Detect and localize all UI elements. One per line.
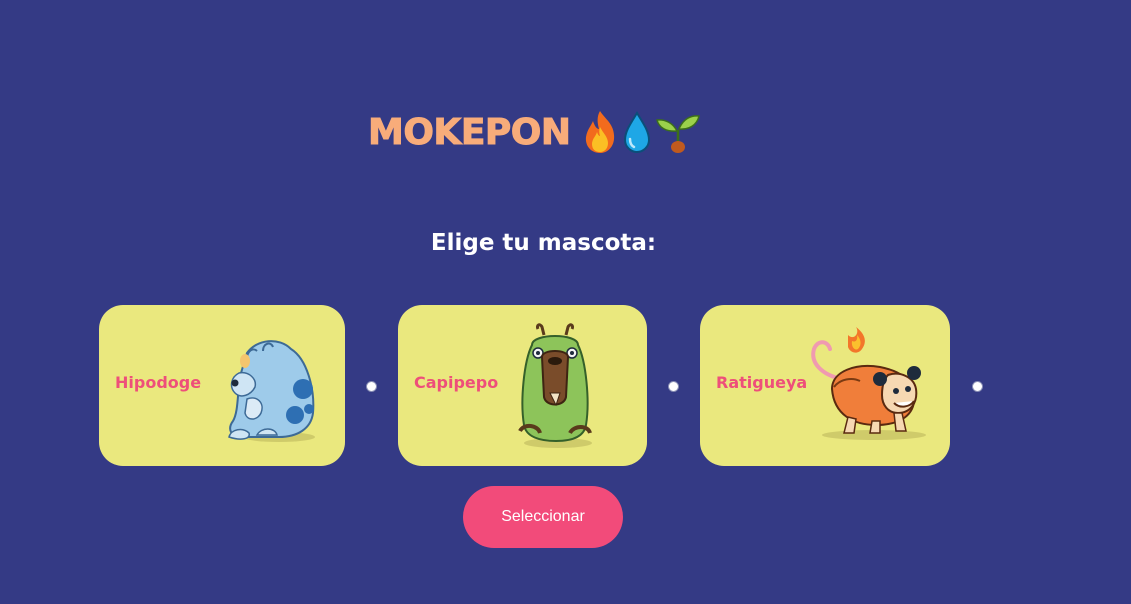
pet-name-hipodoge: Hipodoge	[115, 373, 202, 392]
ratigueya-image	[808, 325, 930, 447]
pet-card-hipodoge[interactable]: Hipodoge	[99, 305, 345, 466]
select-pet-button[interactable]: Seleccionar	[463, 486, 623, 548]
radio-capipepo[interactable]	[668, 381, 679, 392]
sprout-icon	[655, 109, 701, 155]
choose-pet-heading: Elige tu mascota:	[430, 230, 657, 256]
radio-hipodoge[interactable]	[366, 381, 377, 392]
pet-card-capipepo[interactable]: Capipepo	[398, 305, 647, 466]
water-drop-icon	[621, 109, 653, 155]
pet-card-ratigueya[interactable]: Ratigueya	[700, 305, 950, 466]
radio-ratigueya[interactable]	[972, 381, 983, 392]
game-title: MOKEPON	[368, 111, 572, 153]
capipepo-image	[512, 321, 598, 453]
hipodoge-image	[217, 329, 323, 449]
fire-icon	[581, 109, 619, 155]
pet-name-ratigueya: Ratigueya	[716, 373, 808, 392]
pet-name-capipepo: Capipepo	[414, 373, 499, 392]
header: MOKEPON	[368, 104, 701, 160]
element-icons	[581, 109, 701, 155]
